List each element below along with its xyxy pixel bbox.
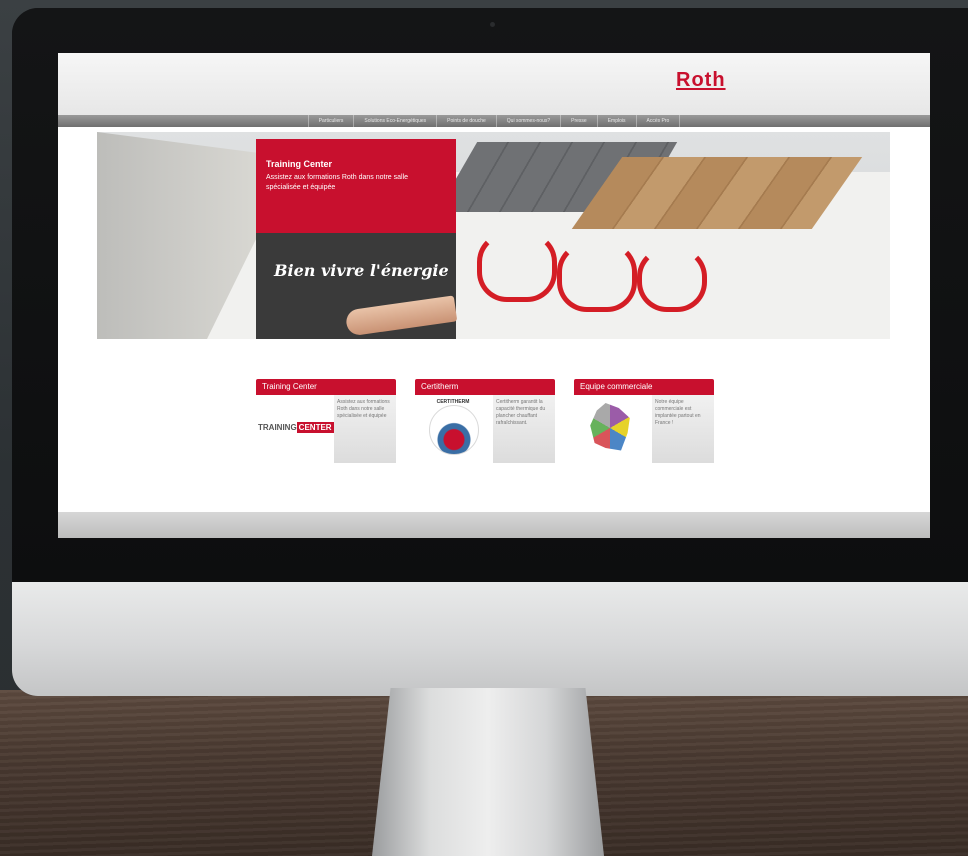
hero-banner: Training Center Assistez aux formations … xyxy=(97,132,890,339)
website-screen: Roth Particuliers Solutions Eco-Energéti… xyxy=(58,53,930,538)
card-equipe-commerciale[interactable]: Equipe commerciale Notre équipe commerci… xyxy=(574,379,714,463)
card-training-center[interactable]: Training Center TRAINING CENTER Assistez … xyxy=(256,379,396,463)
site-header: Roth xyxy=(58,53,930,115)
camera-dot xyxy=(490,22,495,27)
card-body: CERTITHERM Certitherm garantit la capaci… xyxy=(415,395,555,463)
certitherm-badge-icon xyxy=(429,405,479,455)
monitor-stand xyxy=(372,688,604,856)
hero-promo-training-center[interactable]: Training Center Assistez aux formations … xyxy=(256,139,456,233)
certitherm-logo-icon: CERTITHERM xyxy=(415,395,491,463)
training-center-logo: TRAINING CENTER xyxy=(256,395,334,463)
card-title: Equipe commerciale xyxy=(574,379,714,395)
card-certitherm[interactable]: Certitherm CERTITHERM Certitherm garanti… xyxy=(415,379,555,463)
hero-promo-text: Assistez aux formations Roth dans notre … xyxy=(266,174,409,191)
france-map-icon xyxy=(574,395,650,463)
main-nav: Particuliers Solutions Eco-Energétiques … xyxy=(58,115,930,127)
card-body: Notre équipe commerciale est implantée p… xyxy=(574,395,714,463)
hand-illustration xyxy=(344,295,458,337)
certitherm-logo-label: CERTITHERM xyxy=(436,399,470,405)
hero-slogan-box: Bien vivre l'énergie xyxy=(256,233,458,339)
card-title: Certitherm xyxy=(415,379,555,395)
card-text: Certitherm garantit la capacité thermiqu… xyxy=(493,395,555,463)
card-title: Training Center xyxy=(256,379,396,395)
heating-pipe xyxy=(557,242,637,312)
monitor-chin xyxy=(12,582,968,696)
heating-pipe xyxy=(637,247,707,312)
france-regions-map xyxy=(590,403,630,451)
card-text: Assistez aux formations Roth dans notre … xyxy=(334,395,396,463)
card-text: Notre équipe commerciale est implantée p… xyxy=(652,395,714,463)
nav-item-points-de-douche[interactable]: Points de douche xyxy=(437,115,497,127)
training-center-logo-text: TRAINING CENTER xyxy=(258,422,334,433)
card-body: TRAINING CENTER Assistez aux formations R… xyxy=(256,395,396,463)
site-footer xyxy=(58,512,930,538)
roth-logo[interactable]: Roth xyxy=(676,69,726,92)
hero-wood-illustration xyxy=(571,157,863,229)
nav-item-acces-pro[interactable]: Accès Pro xyxy=(637,115,681,127)
hero-slogan: Bien vivre l'énergie xyxy=(274,261,449,280)
nav-item-presse[interactable]: Presse xyxy=(561,115,598,127)
nav-item-emplois[interactable]: Emplois xyxy=(598,115,637,127)
nav-item-solutions[interactable]: Solutions Eco-Energétiques xyxy=(354,115,438,127)
heating-pipe xyxy=(477,232,557,302)
hero-promo-title: Training Center xyxy=(266,159,333,169)
nav-item-particuliers[interactable]: Particuliers xyxy=(307,115,355,127)
nav-item-qui-sommes-nous[interactable]: Qui sommes-nous? xyxy=(497,115,562,127)
